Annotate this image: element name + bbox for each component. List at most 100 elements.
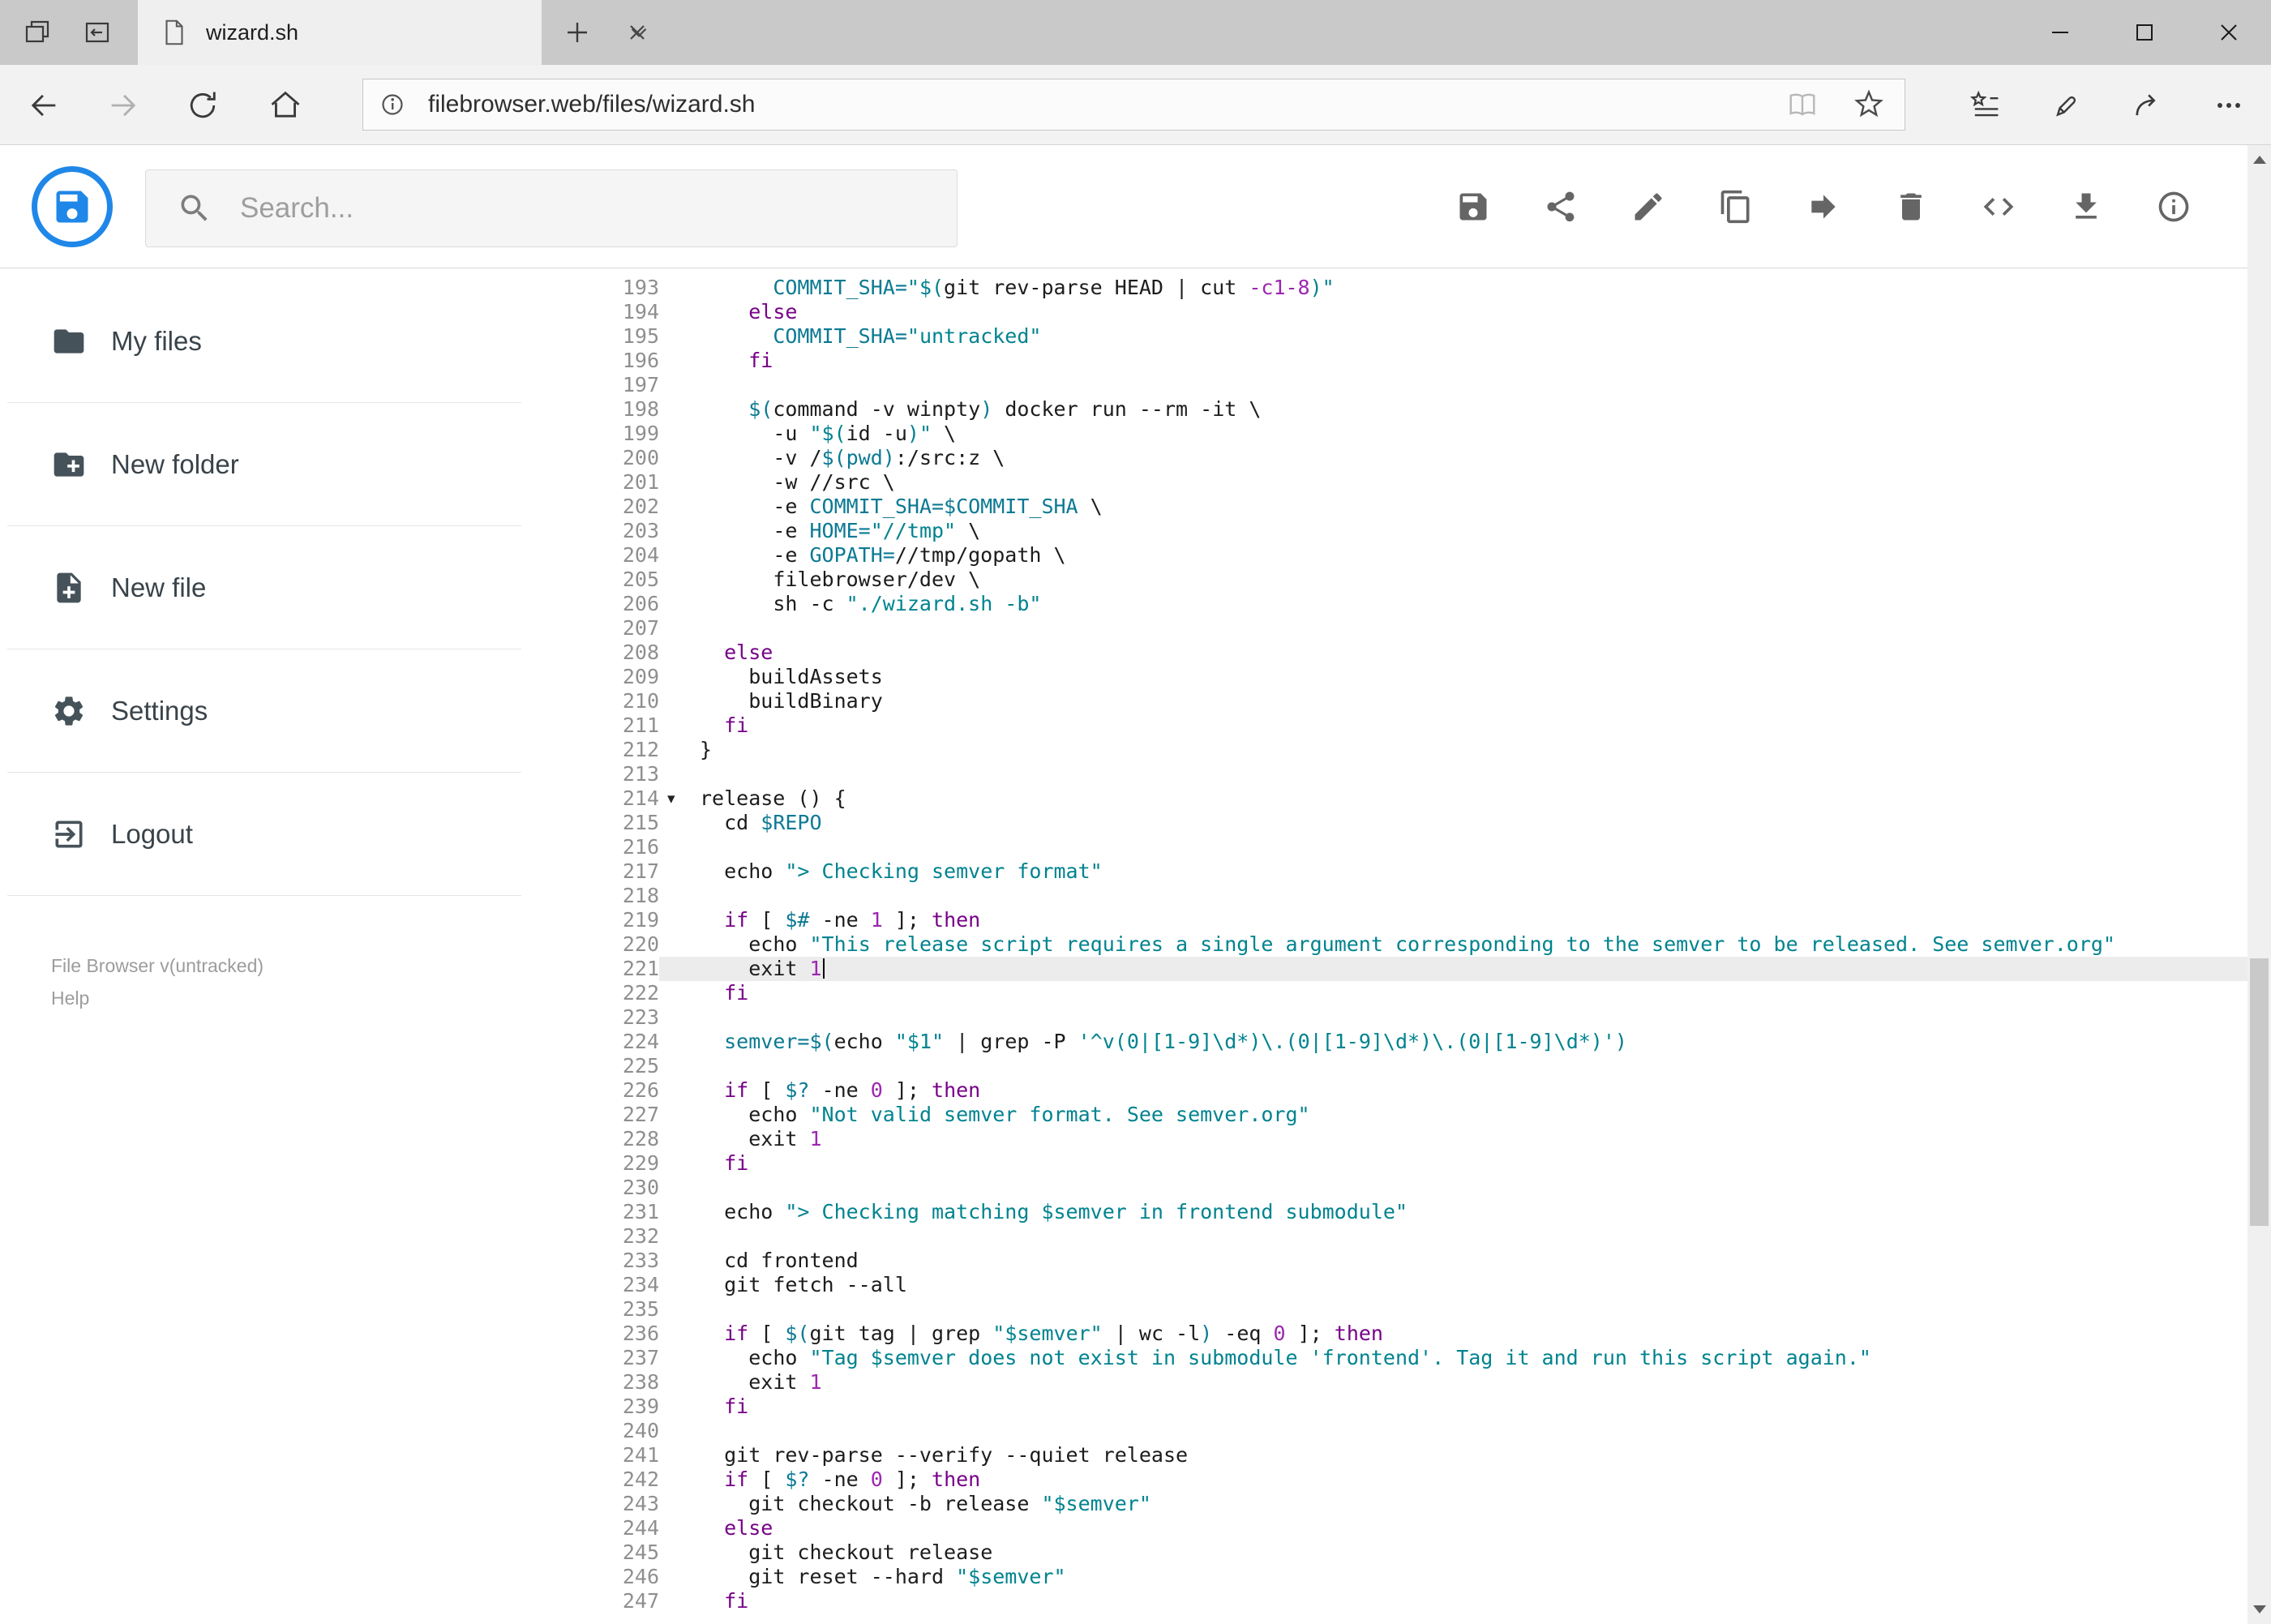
code-line-207[interactable]: 207 — [521, 616, 2247, 641]
minimize-button[interactable] — [2018, 0, 2102, 65]
save-icon[interactable] — [1455, 189, 1491, 225]
copy-icon[interactable] — [1718, 189, 1754, 225]
maximize-button[interactable] — [2102, 0, 2187, 65]
share-page-icon[interactable] — [2130, 88, 2166, 123]
url-text[interactable]: filebrowser.web/files/wizard.sh — [428, 91, 756, 118]
code-line-234[interactable]: 234 git fetch --all — [521, 1273, 2247, 1297]
code-line-221[interactable]: 221 exit 1 — [521, 957, 2247, 981]
home-icon[interactable] — [268, 88, 303, 123]
code-line-198[interactable]: 198 $(command -v winpty) docker run --rm… — [521, 397, 2247, 422]
code-line-208[interactable]: 208 else — [521, 641, 2247, 665]
raw-code-icon[interactable] — [1981, 189, 2016, 225]
set-tabs-aside-icon[interactable] — [15, 0, 60, 65]
code-line-237[interactable]: 237 echo "Tag $semver does not exist in … — [521, 1346, 2247, 1370]
code-line-201[interactable]: 201 -w //src \ — [521, 470, 2247, 495]
code-line-220[interactable]: 220 echo "This release script requires a… — [521, 932, 2247, 957]
code-line-227[interactable]: 227 echo "Not valid semver format. See s… — [521, 1103, 2247, 1127]
browser-tab[interactable]: wizard.sh — [138, 0, 645, 65]
code-line-210[interactable]: 210 buildBinary — [521, 689, 2247, 713]
code-line-205[interactable]: 205 filebrowser/dev \ — [521, 568, 2247, 592]
info-icon[interactable] — [2156, 189, 2192, 225]
help-link[interactable]: Help — [51, 988, 264, 1009]
new-tab-button[interactable] — [548, 0, 606, 65]
code-line-245[interactable]: 245 git checkout release — [521, 1540, 2247, 1565]
code-line-229[interactable]: 229 fi — [521, 1151, 2247, 1176]
favorite-star-icon[interactable] — [1851, 87, 1887, 122]
fold-arrow-icon[interactable]: ▾ — [659, 786, 700, 811]
code-line-241[interactable]: 241 git rev-parse --verify --quiet relea… — [521, 1443, 2247, 1468]
code-line-242[interactable]: 242 if [ $? -ne 0 ]; then — [521, 1468, 2247, 1492]
code-line-222[interactable]: 222 fi — [521, 981, 2247, 1005]
tab-list-chevron-icon[interactable] — [615, 0, 663, 65]
sidebar-item-new-file[interactable]: New file — [7, 526, 521, 649]
code-line-230[interactable]: 230 — [521, 1176, 2247, 1200]
move-arrow-icon[interactable] — [1806, 189, 1841, 225]
scrollbar-thumb[interactable] — [2250, 958, 2269, 1226]
delete-trash-icon[interactable] — [1893, 189, 1929, 225]
code-line-197[interactable]: 197 — [521, 373, 2247, 397]
code-line-196[interactable]: 196 fi — [521, 349, 2247, 373]
code-line-240[interactable]: 240 — [521, 1419, 2247, 1443]
web-note-pen-icon[interactable] — [2049, 88, 2085, 123]
hub-favorites-icon[interactable] — [1968, 88, 2003, 123]
code-line-215[interactable]: 215 cd $REPO — [521, 811, 2247, 835]
code-line-225[interactable]: 225 — [521, 1054, 2247, 1078]
code-line-203[interactable]: 203 -e HOME="//tmp" \ — [521, 519, 2247, 543]
code-line-217[interactable]: 217 echo "> Checking semver format" — [521, 859, 2247, 884]
code-line-209[interactable]: 209 buildAssets — [521, 665, 2247, 689]
code-line-238[interactable]: 238 exit 1 — [521, 1370, 2247, 1395]
more-options-icon[interactable] — [2211, 88, 2247, 123]
scroll-up-icon[interactable] — [2247, 145, 2271, 174]
code-line-224[interactable]: 224 semver=$(echo "$1" | grep -P '^v(0|[… — [521, 1030, 2247, 1054]
code-line-195[interactable]: 195 COMMIT_SHA="untracked" — [521, 324, 2247, 349]
close-window-button[interactable] — [2187, 0, 2271, 65]
code-line-223[interactable]: 223 — [521, 1005, 2247, 1030]
code-line-239[interactable]: 239 fi — [521, 1395, 2247, 1419]
code-line-206[interactable]: 206 sh -c "./wizard.sh -b" — [521, 592, 2247, 616]
share-icon[interactable] — [1543, 189, 1579, 225]
tab-preview-icon[interactable] — [75, 0, 120, 65]
sidebar-item-new-folder[interactable]: New folder — [7, 403, 521, 526]
scroll-down-icon[interactable] — [2247, 1595, 2271, 1624]
search-box[interactable] — [145, 169, 958, 247]
code-line-204[interactable]: 204 -e GOPATH=//tmp/gopath \ — [521, 543, 2247, 568]
code-line-194[interactable]: 194 else — [521, 300, 2247, 324]
code-line-235[interactable]: 235 — [521, 1297, 2247, 1322]
code-line-228[interactable]: 228 exit 1 — [521, 1127, 2247, 1151]
download-icon[interactable] — [2068, 189, 2104, 225]
code-line-199[interactable]: 199 -u "$(id -u)" \ — [521, 422, 2247, 446]
code-line-193[interactable]: 193 COMMIT_SHA="$(git rev-parse HEAD | c… — [521, 276, 2247, 300]
code-line-213[interactable]: 213 — [521, 762, 2247, 786]
sidebar-item-settings[interactable]: Settings — [7, 649, 521, 773]
rename-pencil-icon[interactable] — [1630, 189, 1666, 225]
code-line-200[interactable]: 200 -v /$(pwd):/src:z \ — [521, 446, 2247, 470]
code-line-202[interactable]: 202 -e COMMIT_SHA=$COMMIT_SHA \ — [521, 495, 2247, 519]
filebrowser-header — [0, 145, 2271, 268]
code-line-226[interactable]: 226 if [ $? -ne 0 ]; then — [521, 1078, 2247, 1103]
code-editor[interactable]: 193 COMMIT_SHA="$(git rev-parse HEAD | c… — [521, 268, 2247, 1624]
code-line-231[interactable]: 231 echo "> Checking matching $semver in… — [521, 1200, 2247, 1224]
address-bar[interactable]: filebrowser.web/files/wizard.sh — [362, 79, 1905, 131]
code-line-216[interactable]: 216 — [521, 835, 2247, 859]
code-line-247[interactable]: 247 fi — [521, 1589, 2247, 1613]
code-line-211[interactable]: 211 fi — [521, 713, 2247, 738]
code-line-233[interactable]: 233 cd frontend — [521, 1249, 2247, 1273]
code-line-218[interactable]: 218 — [521, 884, 2247, 908]
code-line-214[interactable]: 214 ▾ release () { — [521, 786, 2247, 811]
sidebar-item-my-files[interactable]: My files — [7, 280, 521, 403]
code-line-219[interactable]: 219 if [ $# -ne 1 ]; then — [521, 908, 2247, 932]
code-line-246[interactable]: 246 git reset --hard "$semver" — [521, 1565, 2247, 1589]
page-scrollbar[interactable] — [2247, 145, 2271, 1624]
search-input[interactable] — [240, 192, 957, 225]
sidebar-item-logout[interactable]: Logout — [7, 773, 521, 896]
code-line-244[interactable]: 244 else — [521, 1516, 2247, 1540]
code-line-212[interactable]: 212} — [521, 738, 2247, 762]
code-line-243[interactable]: 243 git checkout -b release "$semver" — [521, 1492, 2247, 1516]
back-icon[interactable] — [26, 88, 62, 123]
forward-icon[interactable] — [105, 88, 141, 123]
refresh-icon[interactable] — [185, 88, 221, 123]
code-line-232[interactable]: 232 — [521, 1224, 2247, 1249]
code-line-236[interactable]: 236 if [ $(git tag | grep "$semver" | wc… — [521, 1322, 2247, 1346]
site-info-icon[interactable] — [376, 88, 409, 121]
reading-view-icon[interactable] — [1785, 87, 1820, 122]
